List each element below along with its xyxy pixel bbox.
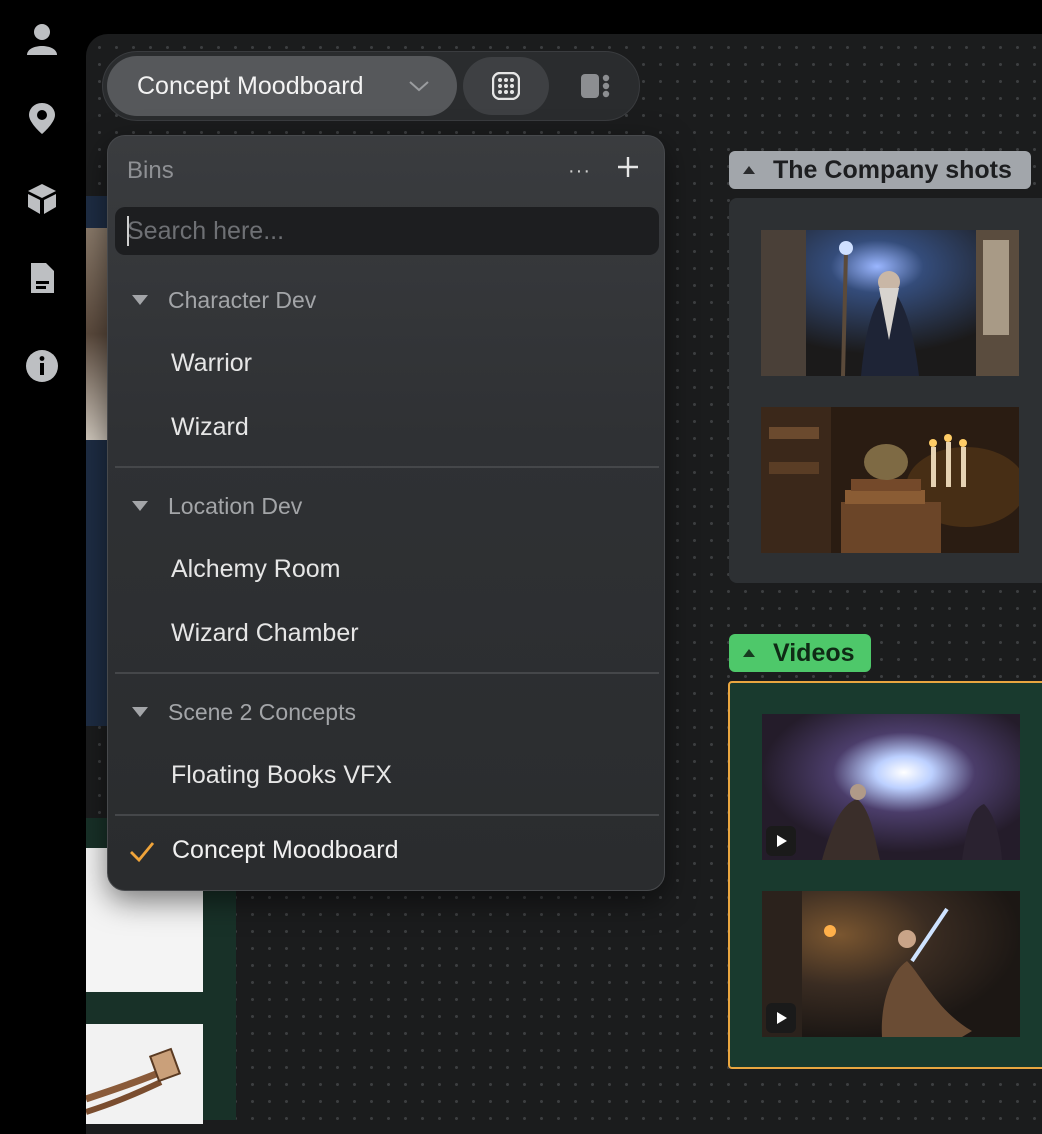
group-label-videos[interactable]: Videos — [729, 634, 871, 672]
add-bin-icon[interactable] — [613, 152, 643, 182]
project-selector-button[interactable]: Concept Moodboard — [107, 56, 457, 116]
grid-view-icon — [492, 72, 520, 100]
document-icon[interactable] — [24, 260, 60, 296]
group-header-scene-2-concepts[interactable]: Scene 2 Concepts — [132, 695, 356, 729]
triangle-down-icon — [132, 501, 148, 511]
text-caret — [127, 216, 129, 246]
thumbnail-wizard[interactable] — [761, 230, 1019, 376]
triangle-down-icon — [132, 707, 148, 717]
project-selector-label: Concept Moodboard — [137, 71, 364, 100]
collapse-arrow-icon[interactable] — [743, 649, 755, 657]
character-card-partial[interactable] — [86, 196, 108, 726]
bins-search[interactable] — [115, 207, 659, 255]
group-videos[interactable] — [728, 681, 1042, 1069]
top-toolbar: Concept Moodboard — [102, 51, 640, 121]
divider — [115, 814, 659, 816]
bin-item-concept-moodboard-selected[interactable]: Concept Moodboard — [128, 836, 399, 865]
triangle-down-icon — [132, 295, 148, 305]
more-options-button[interactable]: ··· — [568, 160, 591, 183]
group-header-location-dev[interactable]: Location Dev — [132, 489, 302, 523]
collapse-arrow-icon[interactable] — [743, 166, 755, 174]
prop-image-lantern — [84, 1024, 203, 1124]
selected-bin-label: Concept Moodboard — [172, 836, 399, 864]
group-title: The Company shots — [773, 155, 1012, 184]
left-rail — [0, 0, 86, 1120]
play-icon[interactable] — [766, 826, 796, 856]
bins-title: Bins — [127, 157, 174, 184]
thumbnail-toad-books[interactable] — [761, 407, 1019, 553]
play-icon[interactable] — [766, 1003, 796, 1033]
group-header-label: Location Dev — [168, 492, 303, 519]
group-header-character-dev[interactable]: Character Dev — [132, 283, 316, 317]
group-company-shots[interactable] — [729, 198, 1042, 583]
bin-item-warrior[interactable]: Warrior — [171, 349, 252, 378]
video-thumbnail-spell[interactable] — [762, 714, 1020, 860]
bins-dropdown: Bins ··· Character Dev Warrior Wizard Lo… — [107, 135, 665, 891]
search-input[interactable] — [115, 207, 659, 255]
location-pin-icon[interactable] — [24, 100, 60, 136]
bin-item-wizard-chamber[interactable]: Wizard Chamber — [171, 619, 359, 648]
bin-item-floating-books-vfx[interactable]: Floating Books VFX — [171, 761, 392, 790]
divider — [115, 672, 659, 674]
group-label-company-shots[interactable]: The Company shots — [729, 151, 1031, 189]
checkmark-icon — [130, 841, 155, 862]
group-header-label: Character Dev — [168, 286, 317, 313]
divider — [115, 466, 659, 468]
panel-view-icon — [581, 74, 610, 98]
chevron-down-icon — [409, 81, 429, 92]
bin-item-alchemy-room[interactable]: Alchemy Room — [171, 555, 341, 584]
video-thumbnail-warrior[interactable] — [762, 891, 1020, 1037]
user-icon[interactable] — [24, 20, 60, 56]
group-title: Videos — [773, 638, 855, 667]
panel-view-button[interactable] — [563, 57, 629, 115]
bin-item-wizard[interactable]: Wizard — [171, 413, 249, 442]
info-icon[interactable] — [24, 348, 60, 384]
cube-icon[interactable] — [24, 181, 60, 217]
group-header-label: Scene 2 Concepts — [168, 698, 356, 725]
grid-view-button[interactable] — [463, 57, 549, 115]
character-image — [86, 228, 108, 440]
